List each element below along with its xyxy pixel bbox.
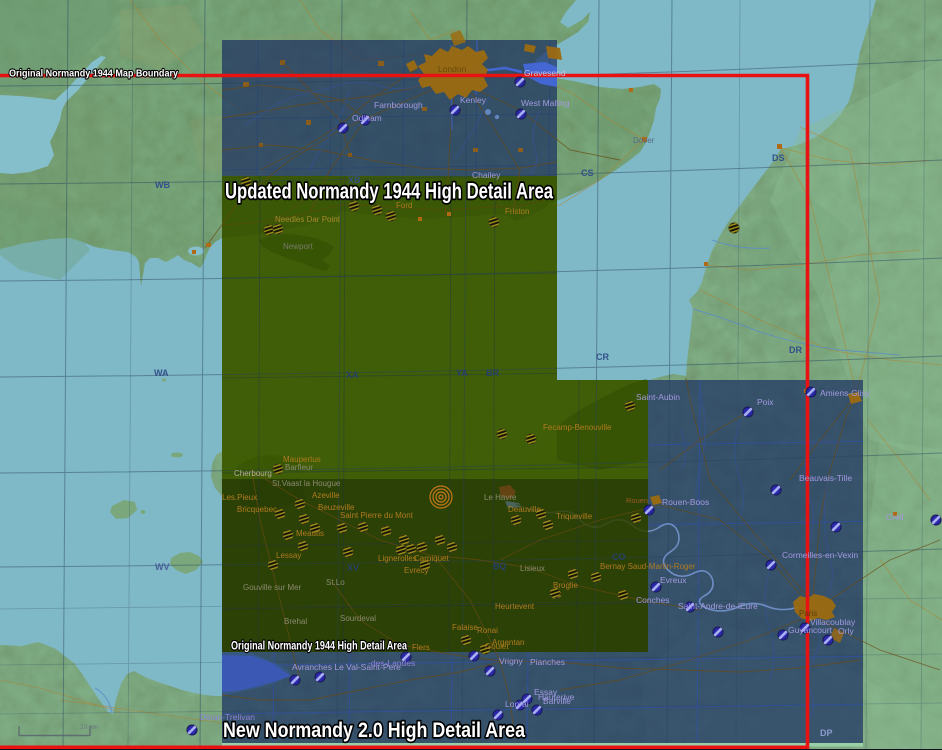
svg-text:Dover: Dover xyxy=(633,136,655,145)
svg-text:DP: DP xyxy=(820,728,833,738)
svg-text:Orly: Orly xyxy=(838,626,854,636)
svg-text:Barfleur: Barfleur xyxy=(285,463,313,472)
svg-text:-des-Landes: -des-Landes xyxy=(368,658,415,668)
svg-text:London: London xyxy=(438,64,467,74)
svg-text:CO: CO xyxy=(612,552,626,562)
svg-text:Sourdeval: Sourdeval xyxy=(340,614,376,623)
svg-text:Flers: Flers xyxy=(412,643,430,652)
svg-text:Rouen-Boos: Rouen-Boos xyxy=(662,497,709,507)
svg-text:New Normandy 2.0 High Detail A: New Normandy 2.0 High Detail Area xyxy=(223,719,525,742)
svg-text:Bricquebec: Bricquebec xyxy=(237,505,277,514)
svg-text:Cherbourg: Cherbourg xyxy=(234,469,272,478)
svg-text:XA: XA xyxy=(346,370,359,380)
svg-text:Saint-Aubin: Saint-Aubin xyxy=(636,392,680,402)
svg-text:WV: WV xyxy=(155,562,170,572)
svg-text:Saint Pierre du Mont: Saint Pierre du Mont xyxy=(340,511,414,520)
svg-text:Friston: Friston xyxy=(505,207,529,216)
svg-text:WB: WB xyxy=(155,180,170,190)
svg-text:Le Havre: Le Havre xyxy=(484,493,517,502)
svg-text:Farnborough: Farnborough xyxy=(374,100,423,110)
svg-text:CS: CS xyxy=(581,168,594,178)
svg-text:Beauvais-Tille: Beauvais-Tille xyxy=(799,473,852,483)
svg-text:Vrigny: Vrigny xyxy=(499,656,524,666)
svg-text:Heurtevent: Heurtevent xyxy=(495,602,535,611)
svg-text:20 nm: 20 nm xyxy=(80,724,98,731)
svg-text:Updated Normandy 1944 High Det: Updated Normandy 1944 High Detail Area xyxy=(225,179,554,204)
svg-text:Conches: Conches xyxy=(636,595,670,605)
svg-text:Gravesend: Gravesend xyxy=(524,68,566,78)
svg-text:Falaise: Falaise xyxy=(452,623,478,632)
svg-text:Ronai: Ronai xyxy=(477,626,498,635)
svg-text:Original Normandy 1944 Map Bou: Original Normandy 1944 Map Boundary xyxy=(9,68,178,80)
svg-text:Odiham: Odiham xyxy=(352,113,382,123)
svg-text:Amiens-Glisy: Amiens-Glisy xyxy=(820,388,871,398)
svg-text:Cormeilles-en-Vexin: Cormeilles-en-Vexin xyxy=(782,550,858,560)
svg-text:Poix: Poix xyxy=(757,397,774,407)
svg-text:Rouen: Rouen xyxy=(626,496,648,505)
svg-text:Brehal: Brehal xyxy=(284,617,307,626)
svg-text:Meautis: Meautis xyxy=(296,529,324,538)
svg-text:Broglie: Broglie xyxy=(553,581,578,590)
svg-text:Kenley: Kenley xyxy=(460,95,487,105)
svg-text:BQ: BQ xyxy=(493,561,507,571)
svg-text:Lonrai: Lonrai xyxy=(505,699,529,709)
svg-text:Fecamp-Benouville: Fecamp-Benouville xyxy=(543,423,612,432)
svg-text:Lignerolles: Lignerolles xyxy=(378,554,417,563)
svg-text:DS: DS xyxy=(772,153,785,163)
svg-text:Original Normandy 1944 High De: Original Normandy 1944 High Detail Area xyxy=(231,639,407,653)
svg-text:Carpiquet: Carpiquet xyxy=(414,554,449,563)
svg-text:Lessay: Lessay xyxy=(276,551,301,560)
svg-text:CR: CR xyxy=(596,352,609,362)
svg-text:St.Vaast la Hougue: St.Vaast la Hougue xyxy=(272,479,341,488)
svg-text:Barville: Barville xyxy=(543,696,571,706)
svg-text:WA: WA xyxy=(154,368,169,378)
svg-text:Saint-Andre-de-lEure: Saint-Andre-de-lEure xyxy=(678,601,758,611)
svg-text:Evrecy: Evrecy xyxy=(404,566,428,575)
svg-text:BR: BR xyxy=(486,368,499,378)
svg-text:Triqueville: Triqueville xyxy=(556,512,593,521)
svg-text:Paris: Paris xyxy=(799,609,817,618)
svg-text:YA: YA xyxy=(456,368,468,378)
svg-text:Needles Dar Point: Needles Dar Point xyxy=(275,215,341,224)
svg-text:West Malling: West Malling xyxy=(521,98,570,108)
svg-text:XV: XV xyxy=(347,563,359,573)
svg-text:Goulet: Goulet xyxy=(485,642,509,651)
svg-text:Pianches: Pianches xyxy=(530,657,565,667)
svg-text:Azeville: Azeville xyxy=(312,491,340,500)
svg-text:Newport: Newport xyxy=(283,242,314,251)
svg-text:St.Lo: St.Lo xyxy=(326,578,345,587)
svg-text:Deauville: Deauville xyxy=(508,505,541,514)
svg-text:Bernay Saud-Martin-Roger: Bernay Saud-Martin-Roger xyxy=(600,562,696,571)
svg-text:Lisieux: Lisieux xyxy=(520,564,545,573)
svg-text:DR: DR xyxy=(789,345,802,355)
svg-text:Evreux: Evreux xyxy=(660,575,687,585)
svg-text:Creil: Creil xyxy=(886,512,904,522)
svg-text:Les.Pieux: Les.Pieux xyxy=(222,493,257,502)
svg-text:Gouville sur Mer: Gouville sur Mer xyxy=(243,583,302,592)
